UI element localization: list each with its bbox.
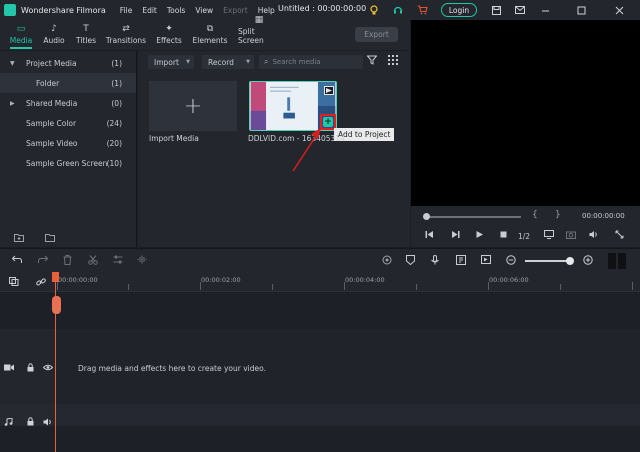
render-preview-icon[interactable] — [382, 255, 392, 268]
eye-icon[interactable] — [42, 364, 54, 373]
previous-frame-icon[interactable] — [425, 230, 434, 242]
ruler-timecode: 00:00:02:00 — [201, 276, 241, 284]
play-step-icon[interactable] — [451, 230, 460, 242]
zoom-slider-track[interactable] — [525, 260, 571, 262]
speaker-icon[interactable] — [43, 418, 53, 428]
preview-screen — [411, 20, 640, 206]
timeline-ruler[interactable]: 00:00:00:00 00:00:02:00 00:00:04:00 00:0… — [0, 272, 640, 292]
progress-track[interactable] — [425, 216, 521, 218]
preview-timecode: 00:00:00:00 — [582, 212, 625, 220]
clip-edit-icon[interactable] — [481, 255, 491, 267]
progress-knob[interactable] — [423, 213, 430, 220]
ruler-tick — [416, 284, 417, 290]
marker-shield-icon[interactable] — [406, 255, 415, 268]
preview-progress-bar[interactable]: { } 00:00:00:00 — [411, 206, 640, 226]
ruler-timecode: 00:00:00:00 — [58, 276, 98, 284]
microphone-icon[interactable] — [431, 255, 439, 268]
ruler-tick — [560, 284, 561, 290]
playback-controls: 1/2 — [411, 226, 640, 247]
video-track-camera-icon — [4, 364, 14, 373]
playhead-scrub-handle[interactable] — [52, 296, 61, 314]
delete-icon[interactable] — [63, 255, 72, 268]
play-icon[interactable] — [475, 230, 484, 242]
stop-icon[interactable] — [499, 230, 508, 242]
audio-meter-right — [618, 253, 626, 269]
mark-in-bracket-icon[interactable]: { — [532, 210, 538, 220]
redo-icon[interactable] — [38, 255, 49, 267]
voiceover-icon[interactable] — [456, 255, 466, 268]
zoom-out-icon[interactable] — [506, 255, 516, 268]
ruler-timecode: 00:00:04:00 — [345, 276, 385, 284]
lock-icon[interactable] — [27, 417, 34, 428]
audio-waveform-icon[interactable] — [137, 255, 147, 267]
audio-track-1[interactable] — [55, 404, 640, 426]
zoom-slider-knob[interactable] — [566, 257, 574, 265]
ruler-tick — [632, 282, 633, 290]
ruler-timecode: 00:00:06:00 — [489, 276, 529, 284]
audio-track-music-icon — [4, 417, 14, 428]
scissors-icon[interactable] — [88, 255, 98, 268]
undo-icon[interactable] — [11, 255, 22, 267]
ruler-tick — [128, 284, 129, 290]
playhead-handle[interactable] — [52, 272, 59, 282]
timeline-drop-hint: Drag media and effects here to create yo… — [78, 364, 266, 373]
timeline-toolbar — [0, 248, 640, 272]
link-icon[interactable] — [36, 277, 46, 289]
fullscreen-icon[interactable] — [615, 230, 624, 242]
preview-quality-select[interactable]: 1/2 — [518, 232, 530, 241]
zoom-in-icon[interactable] — [583, 255, 593, 268]
add-track-icon[interactable] — [9, 277, 19, 288]
snapshot-camera-icon[interactable] — [566, 230, 576, 242]
audio-meter-left — [608, 253, 616, 269]
ruler-tick — [272, 284, 273, 290]
volume-icon[interactable] — [589, 230, 599, 242]
lock-icon[interactable] — [27, 363, 34, 374]
adjust-icon[interactable] — [113, 255, 123, 267]
mark-out-bracket-icon[interactable]: } — [555, 210, 561, 220]
display-settings-icon[interactable] — [544, 230, 554, 242]
